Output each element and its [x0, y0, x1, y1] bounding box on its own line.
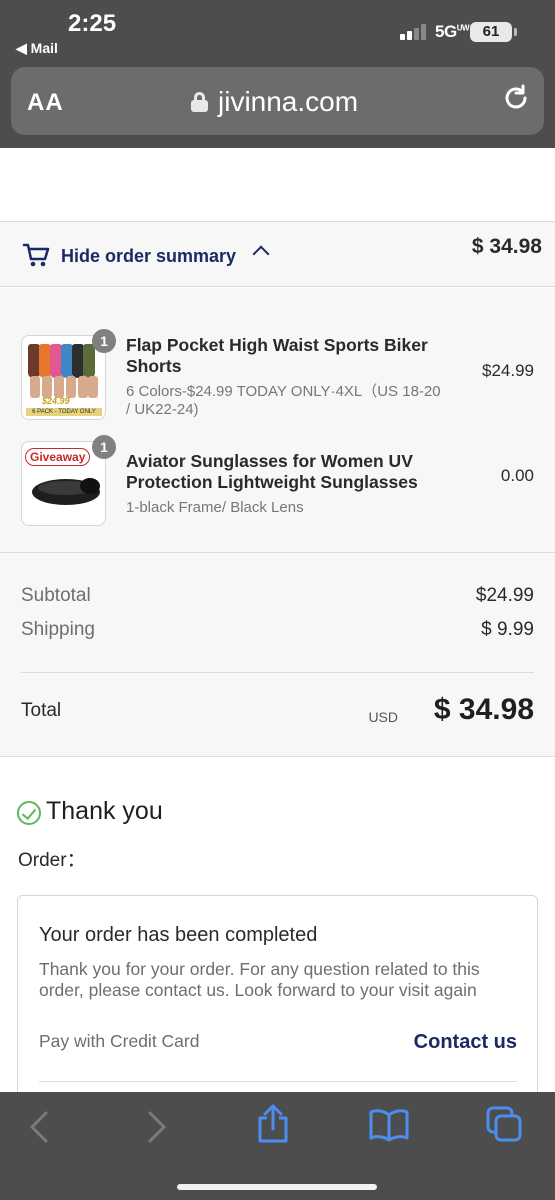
giveaway-badge: Giveaway [25, 448, 91, 466]
product-name: Aviator Sunglasses for Women UV Protecti… [126, 451, 418, 492]
order-summary: $24.99 6 PACK - TODAY ONLY 1 Flap Pocket… [0, 288, 555, 757]
product-price: 0.00 [500, 466, 534, 485]
bookmarks-icon[interactable] [368, 1108, 410, 1147]
reload-icon[interactable] [501, 83, 531, 118]
check-circle-icon [17, 801, 41, 825]
contact-us-link[interactable]: Contact us [414, 1031, 517, 1054]
toggle-total: $ 34.98 [471, 235, 542, 258]
tabs-icon[interactable] [486, 1106, 524, 1149]
payment-method: Pay with Credit Card [39, 1031, 200, 1051]
divider [21, 672, 534, 673]
product-variant: 6 Colors-$24.99 TODAY ONLY·4XL（US 18-20 … [126, 383, 441, 418]
back-to-mail-link[interactable]: ◀ Mail [16, 40, 58, 57]
thumb-tagline: 6 PACK - TODAY ONLY [26, 408, 102, 416]
url-display[interactable]: jivinna.com [191, 86, 358, 118]
shipping-label: Shipping [21, 619, 95, 640]
toggle-label: Hide order summary [61, 246, 237, 266]
quantity-badge: 1 [92, 435, 116, 459]
cart-icon [22, 242, 50, 273]
shipping-value: $ 9.99 [481, 619, 534, 640]
product-variant: 1-black Frame/ Black Lens [126, 499, 304, 516]
thumb-price: $24.99 [42, 396, 70, 406]
back-icon[interactable] [28, 1110, 50, 1149]
divider [0, 552, 555, 553]
grand-total: $ 34.98 [433, 693, 534, 726]
browser-address-area: AA jivinna.com [0, 62, 555, 148]
forward-icon[interactable] [146, 1110, 168, 1149]
subtotal-value: $24.99 [475, 585, 534, 606]
battery-icon: 61 [470, 22, 517, 42]
order-status-card: Your order has been completed Thank you … [17, 895, 538, 1115]
share-icon[interactable] [256, 1104, 290, 1149]
shorts-image [28, 344, 100, 400]
order-label: Order： [18, 850, 86, 871]
product-name: Flap Pocket High Waist Sports Biker Shor… [126, 335, 428, 376]
order-summary-toggle[interactable]: Hide order summary $ 34.98 [0, 221, 555, 287]
quantity-badge: 1 [92, 329, 116, 353]
signal-icon [400, 24, 428, 40]
product-price: $24.99 [482, 361, 534, 380]
sunglasses-image [32, 478, 100, 505]
card-text: Thank you for your order. For any questi… [39, 959, 480, 1000]
card-heading: Your order has been completed [39, 924, 318, 946]
status-bar: 2:25 ◀ Mail 5GUW 61 [0, 0, 555, 62]
divider [39, 1081, 517, 1082]
text-size-button[interactable]: AA [27, 89, 64, 117]
chevron-up-icon [252, 245, 270, 263]
currency-code: USD [368, 709, 398, 725]
lock-icon [191, 92, 208, 112]
network-type: 5GUW [435, 22, 470, 41]
total-label: Total [21, 700, 62, 721]
status-time: 2:25 [68, 10, 117, 37]
thank-you-text: Thank you [46, 797, 163, 825]
home-indicator [177, 1184, 377, 1190]
subtotal-label: Subtotal [21, 585, 91, 606]
address-bar[interactable]: AA jivinna.com [11, 67, 544, 135]
